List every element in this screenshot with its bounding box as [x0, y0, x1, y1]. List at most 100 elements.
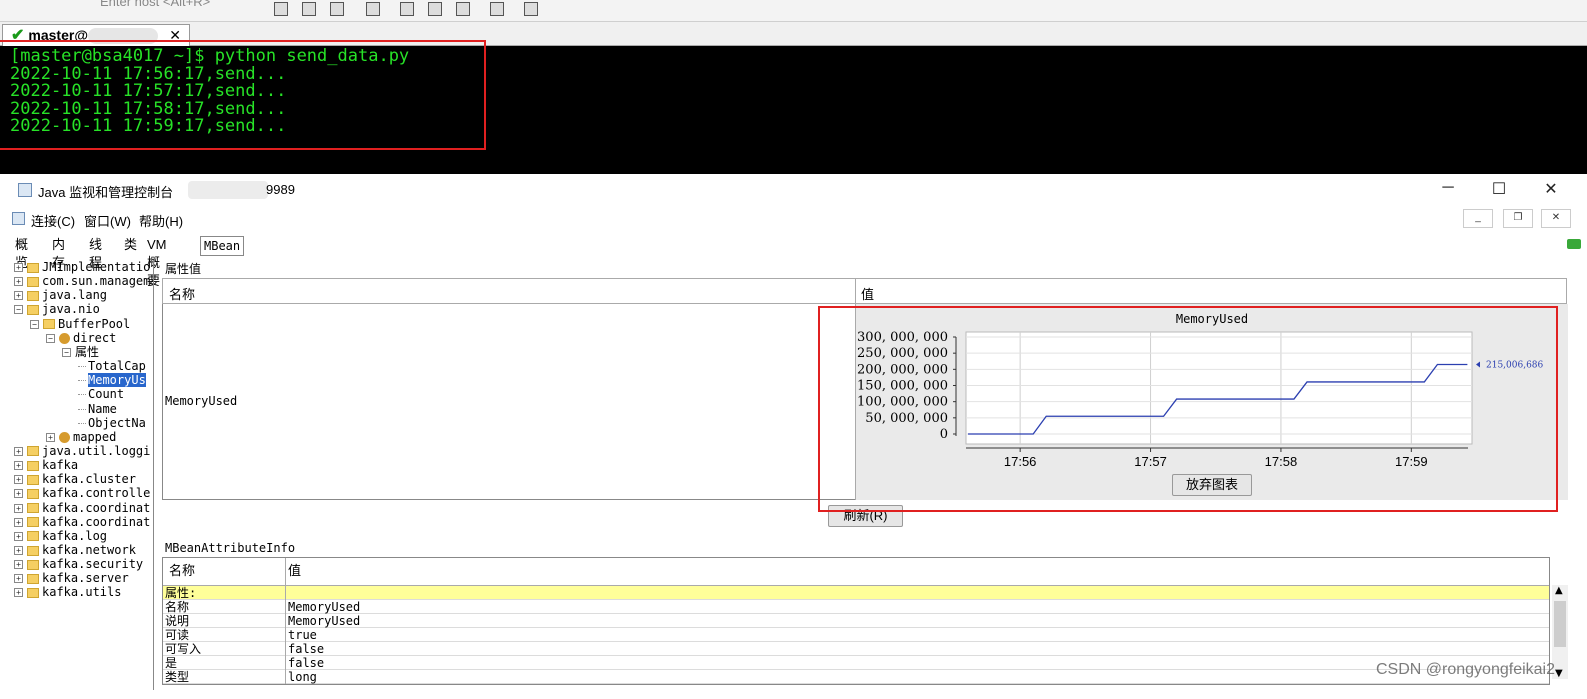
tree-node-label: JMImplementatio [42, 260, 151, 274]
expand-toggle-icon[interactable]: + [14, 546, 23, 555]
tree-node[interactable]: + kafka.coordinat [14, 515, 150, 529]
expand-toggle-icon[interactable]: + [14, 503, 23, 513]
tree-node[interactable]: − java.nio [14, 302, 100, 316]
toolbar-button-icon[interactable] [428, 2, 442, 16]
tree-node[interactable]: + com.sun.managem [14, 274, 150, 288]
tree-node[interactable]: − 属性 [62, 345, 99, 359]
table-row[interactable]: 可写入 false [163, 642, 1549, 656]
tree-node[interactable]: + mapped [46, 430, 116, 444]
tree-node[interactable]: + java.util.loggi [14, 444, 150, 458]
tree-node-label: kafka.server [42, 571, 129, 586]
tree-node[interactable]: + kafka [14, 458, 78, 472]
discard-chart-button[interactable]: 放弃图表 [1172, 474, 1252, 496]
tree-node-label: java.nio [42, 302, 100, 317]
expand-toggle-icon[interactable]: + [14, 560, 23, 570]
toolbar-button-icon[interactable] [330, 2, 344, 16]
tree-node[interactable]: + kafka.security [14, 557, 143, 571]
host-input-hint[interactable]: Enter host <Alt+R> [100, 0, 210, 9]
tab-threads[interactable]: 线程 [86, 236, 105, 270]
y-tick-label: 100, 000, 000 [857, 395, 948, 410]
table-row[interactable]: 属性: [163, 586, 1549, 600]
column-header-value[interactable]: 值 [861, 284, 874, 303]
tree-node[interactable]: + kafka.controlle [14, 486, 150, 500]
tree-node[interactable]: + java.lang [14, 288, 107, 302]
tab-mbean[interactable]: MBean [200, 236, 245, 256]
terminal-session-tab[interactable]: ✔ master@ ✕ [2, 24, 190, 46]
expand-toggle-icon[interactable]: + [14, 531, 23, 541]
minimize-icon[interactable]: ─ [1433, 179, 1463, 197]
column-header-name[interactable]: 名称 [169, 284, 195, 303]
tree-node[interactable]: − direct [46, 331, 116, 345]
toolbar-button-icon[interactable] [366, 2, 380, 16]
table-row[interactable]: 类型 long [163, 670, 1549, 684]
table-row[interactable]: 名称 MemoryUsed [163, 600, 1549, 614]
tree-node[interactable]: MemoryUs [78, 373, 146, 388]
expand-toggle-icon[interactable]: − [14, 305, 23, 315]
folder-icon [27, 545, 39, 556]
folder-icon [43, 319, 55, 330]
menu-help[interactable]: 帮助(H) [139, 211, 183, 230]
expand-toggle-icon[interactable]: + [14, 277, 23, 287]
expand-toggle-icon[interactable]: + [14, 446, 23, 456]
memory-chart-panel: MemoryUsed 17:56 17:57 17:58 17:59 0 50, 000, … [856, 304, 1568, 500]
inner-minimize-icon[interactable]: _ [1463, 209, 1493, 228]
tree-node[interactable]: ObjectNa [78, 416, 146, 430]
tree-node[interactable]: − BufferPool [30, 317, 130, 331]
scroll-up-icon[interactable]: ▲ [1555, 585, 1563, 596]
tree-node[interactable]: + kafka.server [14, 571, 129, 585]
refresh-button[interactable]: 刷新(R) [828, 505, 903, 527]
expand-toggle-icon[interactable]: − [30, 319, 39, 329]
close-icon[interactable]: ✕ [1536, 179, 1566, 199]
expand-toggle-icon[interactable]: − [46, 333, 55, 343]
tree-node-label: java.lang [42, 288, 108, 303]
expand-toggle-icon[interactable]: + [14, 263, 23, 272]
table-row[interactable]: 可读 true [163, 628, 1549, 642]
tab-vm-summary[interactable]: VM 概要 [144, 236, 170, 288]
scrollbar-thumb[interactable] [1554, 601, 1566, 647]
expand-toggle-icon[interactable]: + [14, 588, 23, 598]
tree-node[interactable]: + kafka.network [14, 543, 136, 557]
expand-toggle-icon[interactable]: + [14, 574, 23, 584]
mbean-tree[interactable]: + JMImplementatio + com.sun.managem + java.la… [10, 260, 154, 690]
tree-node[interactable]: + kafka.coordinat [14, 501, 150, 515]
inner-close-icon[interactable]: ✕ [1541, 209, 1571, 228]
tree-node[interactable]: TotalCap [78, 359, 146, 373]
toolbar-button-icon[interactable] [302, 2, 316, 16]
tree-node[interactable]: Name [78, 402, 117, 416]
expand-toggle-icon[interactable]: − [62, 347, 71, 357]
menu-connection[interactable]: 连接(C) [31, 211, 75, 230]
menu-window[interactable]: 窗口(W) [84, 211, 131, 230]
expand-toggle-icon[interactable]: + [14, 475, 23, 485]
column-header-value[interactable]: 值 [288, 564, 301, 578]
tab-memory[interactable]: 内存 [49, 236, 68, 270]
expand-toggle-icon[interactable]: + [14, 517, 23, 527]
tree-node[interactable]: + kafka.log [14, 529, 107, 543]
tree-node[interactable]: + kafka.utils [14, 585, 121, 599]
tree-node[interactable]: Count [78, 387, 124, 401]
toolbar-button-icon[interactable] [490, 2, 504, 16]
table-row[interactable]: 说明 MemoryUsed [163, 614, 1549, 628]
scroll-down-icon[interactable]: ▼ [1555, 668, 1563, 679]
expand-toggle-icon[interactable]: + [46, 432, 55, 442]
toolbar-button-icon[interactable] [274, 2, 288, 16]
tree-node-label: TotalCap [88, 359, 146, 374]
expand-toggle-icon[interactable]: + [14, 461, 23, 471]
inner-restore-icon[interactable]: ❐ [1503, 209, 1533, 228]
tab-overview[interactable]: 概览 [12, 236, 31, 270]
terminal-output[interactable]: [master@bsa4017 ~]$ python send_data.py … [0, 46, 1587, 174]
window-titlebar: Java 监视和管理控制台 9989 ─ ☐ ✕ [0, 174, 1587, 206]
expand-toggle-icon[interactable]: + [14, 489, 23, 499]
toolbar-button-icon[interactable] [456, 2, 470, 16]
row-value: MemoryUsed [288, 600, 361, 614]
expand-toggle-icon[interactable]: + [14, 291, 23, 301]
folder-icon [27, 488, 39, 499]
close-icon[interactable]: ✕ [169, 25, 181, 45]
column-header-name[interactable]: 名称 [169, 564, 195, 578]
tree-node[interactable]: + kafka.cluster [14, 472, 136, 486]
toolbar-button-icon[interactable] [400, 2, 414, 16]
tree-node[interactable]: + JMImplementatio [14, 260, 150, 274]
maximize-icon[interactable]: ☐ [1484, 179, 1514, 199]
toolbar-button-icon[interactable] [524, 2, 538, 16]
tab-classes[interactable]: 类 [121, 236, 140, 256]
table-row[interactable]: 是 false [163, 656, 1549, 670]
